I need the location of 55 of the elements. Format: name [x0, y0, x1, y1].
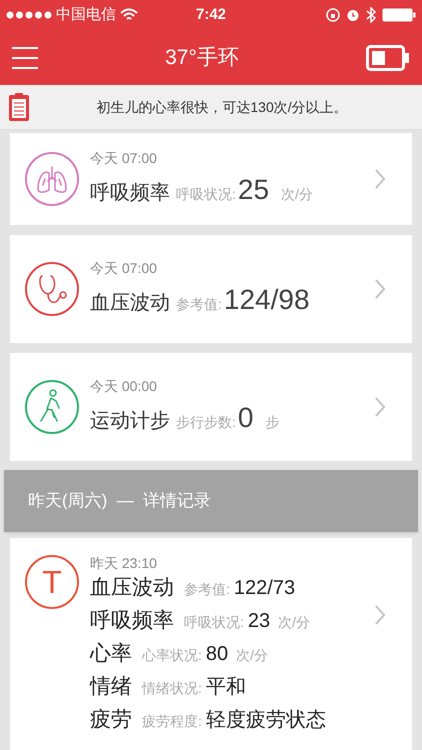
letter-text: T: [41, 563, 63, 602]
chevron-icon: [374, 168, 386, 190]
record-card[interactable]: 今天 07:00 呼吸频率 呼吸状况:25 次/分: [10, 133, 412, 225]
metric-name: 心率: [90, 641, 132, 667]
metric-name: 呼吸频率: [90, 608, 174, 634]
record-name: 呼吸频率: [90, 180, 170, 206]
record-label: 参考值:: [176, 294, 222, 314]
metric-name: 情绪: [90, 674, 132, 700]
metric-label: 呼吸状况:: [184, 613, 244, 632]
record-value: 124/98: [224, 282, 310, 316]
record-value: 0: [238, 400, 254, 434]
metric-value: 平和: [206, 675, 246, 700]
record-name: 血压波动: [90, 290, 170, 316]
clipboard-icon: [8, 92, 30, 122]
chevron-icon: [374, 604, 386, 626]
record-time: 昨天 23:10: [90, 554, 158, 572]
menu-button[interactable]: [12, 46, 38, 68]
record-card[interactable]: 今天 07:00 血压波动 参考值:124/98: [10, 235, 412, 343]
metric-label: 情绪状况:: [142, 679, 202, 698]
record-name: 运动计步: [90, 408, 170, 434]
wifi-icon: [120, 8, 138, 22]
carrier-text: 中国电信: [56, 4, 116, 25]
metric-label: 参考值:: [184, 580, 230, 599]
record-label: 步行步数:: [176, 412, 236, 432]
record-value: 25: [238, 172, 270, 206]
rotation-lock-icon: [326, 8, 340, 22]
chevron-icon: [374, 396, 386, 418]
metric-value: 122/73: [234, 576, 296, 601]
metric-unit: 次/分: [236, 646, 268, 665]
metric-name: 疲劳: [90, 707, 132, 733]
signal-icon: [6, 11, 52, 19]
section-title: 昨天(周六) — 详情记录: [28, 490, 212, 512]
metric-value: 轻度疲劳状态: [206, 708, 326, 733]
record-unit: 步: [265, 412, 280, 432]
battery-icon: [382, 8, 416, 22]
time-text: 7:42: [196, 4, 226, 25]
record-time: 今天 00:00: [90, 376, 158, 396]
chevron-icon: [374, 278, 386, 300]
record-label: 呼吸状况:: [176, 184, 236, 204]
battery-icon[interactable]: [366, 44, 410, 70]
metric-value: 80: [206, 642, 228, 667]
record-unit: 次/分: [281, 184, 313, 204]
metric-unit: 次/分: [278, 613, 310, 632]
nav-title: 37°手环: [164, 44, 240, 71]
bluetooth-icon: [366, 7, 376, 23]
record-time: 今天 07:00: [90, 148, 158, 168]
alarm-icon: [346, 8, 360, 22]
metric-value: 23: [248, 609, 270, 634]
tip-text: 初生儿的心率很快，可达130次/分以上。: [95, 98, 349, 116]
metric-label: 心率状况:: [142, 646, 202, 665]
record-card[interactable]: 今天 00:00 运动计步 步行步数:0 步: [10, 353, 412, 461]
metric-label: 疲劳程度:: [142, 712, 202, 731]
detail-card[interactable]: T 昨天 23:10 血压波动 参考值: 122/73 呼吸频率 呼吸状况: 23 次/分 心率 心率状况: 80 次/分 情绪 情绪状况: 平和 疲劳 疲劳程度: 轻度疲劳状态: [10, 538, 412, 750]
metric-name: 血压波动: [90, 575, 174, 601]
record-time: 今天 07:00: [90, 258, 158, 278]
